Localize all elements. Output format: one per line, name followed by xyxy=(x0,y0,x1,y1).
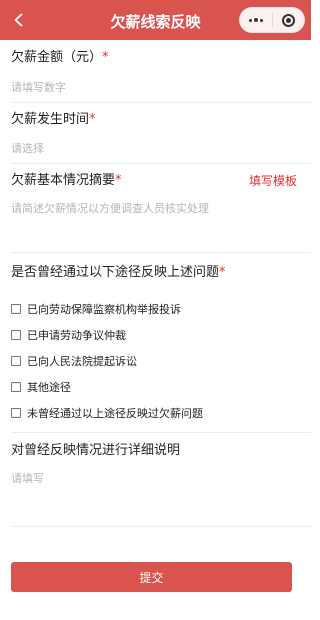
details-label: 对曾经反映情况进行详细说明 xyxy=(11,443,181,458)
details-textarea[interactable] xyxy=(11,471,296,507)
checkbox[interactable] xyxy=(11,330,21,340)
time-picker-input[interactable] xyxy=(11,140,296,156)
channel-option-none[interactable]: 未曾经通过以上途径反映过欠薪问题 xyxy=(11,405,203,421)
option-label: 已向人民法院提起诉讼 xyxy=(27,355,137,368)
back-button[interactable] xyxy=(8,9,30,31)
divider xyxy=(11,526,311,527)
option-label: 其他途径 xyxy=(27,381,71,394)
close-mini-program-button[interactable] xyxy=(272,8,304,32)
target-icon xyxy=(281,13,295,27)
fill-template-link[interactable]: 填写模板 xyxy=(249,172,297,189)
more-button[interactable] xyxy=(240,8,272,32)
chevron-left-icon xyxy=(14,13,23,27)
checkbox[interactable] xyxy=(11,356,21,366)
amount-input[interactable] xyxy=(11,79,296,95)
amount-label: 欠薪金额（元） xyxy=(11,50,103,65)
channels-label: 是否曾经通过以下途径反映上述问题 xyxy=(11,265,220,280)
time-field: 欠薪发生时间* xyxy=(11,111,311,129)
option-label: 已申请劳动争议仲裁 xyxy=(27,329,126,342)
channels-field: 是否曾经通过以下途径反映上述问题* xyxy=(11,264,311,282)
summary-label: 欠薪基本情况摘要 xyxy=(11,173,116,188)
required-mark: * xyxy=(219,265,226,280)
amount-field: 欠薪金额（元）* xyxy=(11,49,311,67)
channel-option-inspection[interactable]: 已向劳动保障监察机构举报投诉 xyxy=(11,301,181,317)
summary-textarea[interactable] xyxy=(11,201,296,237)
option-label: 已向劳动保障监察机构举报投诉 xyxy=(27,303,181,316)
submit-button[interactable]: 提交 xyxy=(11,562,292,592)
required-mark: * xyxy=(115,173,122,188)
more-dots-icon xyxy=(248,18,263,22)
divider xyxy=(11,432,311,433)
checkbox[interactable] xyxy=(11,408,21,418)
time-label: 欠薪发生时间 xyxy=(11,112,90,127)
option-label: 未曾经通过以上途径反映过欠薪问题 xyxy=(27,407,203,420)
channel-option-arbitration[interactable]: 已申请劳动争议仲裁 xyxy=(11,327,126,343)
channel-option-court[interactable]: 已向人民法院提起诉讼 xyxy=(11,353,137,369)
required-mark: * xyxy=(89,112,96,127)
nav-bar: 欠薪线索反映 xyxy=(0,0,311,40)
checkbox[interactable] xyxy=(11,304,21,314)
channel-option-other[interactable]: 其他途径 xyxy=(11,379,71,395)
required-mark: * xyxy=(102,50,109,65)
divider xyxy=(11,163,311,164)
checkbox[interactable] xyxy=(11,382,21,392)
divider xyxy=(11,102,311,103)
mini-program-capsule xyxy=(239,7,305,33)
divider xyxy=(11,252,311,253)
details-field: 对曾经反映情况进行详细说明 xyxy=(11,442,311,460)
